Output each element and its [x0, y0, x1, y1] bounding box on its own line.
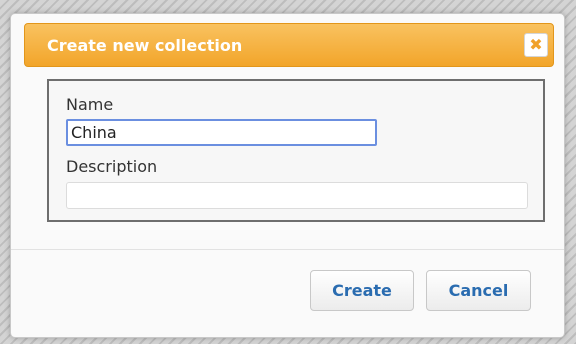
name-input[interactable]: [66, 119, 377, 146]
name-label: Name: [66, 95, 114, 114]
dialog-title: Create new collection: [47, 36, 243, 55]
create-collection-dialog: Create new collection ✖ Name Description…: [10, 13, 565, 338]
create-button[interactable]: Create: [310, 270, 414, 311]
collection-form: Name Description: [47, 79, 545, 222]
cancel-button[interactable]: Cancel: [426, 270, 531, 311]
description-label: Description: [66, 157, 158, 176]
footer-divider: [11, 249, 564, 250]
description-input[interactable]: [66, 182, 528, 209]
close-button[interactable]: ✖: [524, 33, 548, 57]
close-icon: ✖: [529, 35, 543, 54]
dialog-title-bar: Create new collection ✖: [24, 23, 554, 67]
